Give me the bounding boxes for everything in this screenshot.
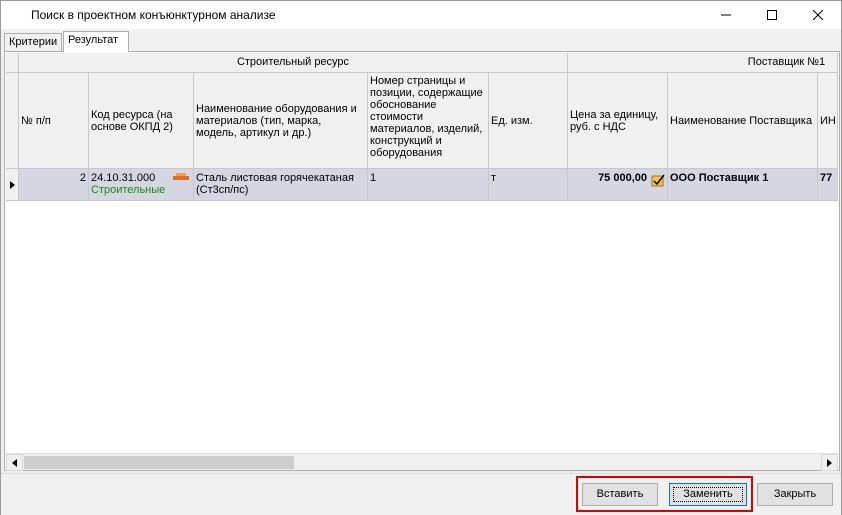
column-header-unit-label: Ед. изм. xyxy=(491,114,533,127)
cell-unit[interactable]: т xyxy=(489,169,568,201)
arrow-left-icon xyxy=(12,458,17,467)
cell-price-value: 75 000,00 xyxy=(598,172,647,184)
column-header-name-label: Наименование оборудования и материалов (… xyxy=(196,102,357,139)
close-icon xyxy=(813,10,823,20)
group-header-supplier: Поставщик №1 xyxy=(568,53,838,73)
row-indicator[interactable] xyxy=(6,169,19,201)
result-panel: Строительный ресурс Поставщик №1 № п/п К… xyxy=(4,51,840,471)
column-header-num-label: № п/п xyxy=(21,114,51,127)
cell-num[interactable]: 2 xyxy=(19,169,89,201)
row-pointer-icon xyxy=(9,180,15,189)
column-header-inn[interactable]: ИН xyxy=(818,73,838,169)
minimize-button[interactable] xyxy=(703,1,749,29)
cell-code[interactable]: 24.10.31.000 Строительные xyxy=(89,169,194,201)
column-header-unit[interactable]: Ед. изм. xyxy=(489,73,568,169)
cell-page[interactable]: 1 xyxy=(368,169,489,201)
highlight-box xyxy=(576,476,753,512)
arrow-right-icon xyxy=(827,458,832,467)
horizontal-scrollbar[interactable] xyxy=(6,453,838,471)
dialog-window: Поиск в проектном конъюнктурном анализе … xyxy=(0,0,842,515)
scroll-right-button[interactable] xyxy=(821,454,838,471)
title-bar: Поиск в проектном конъюнктурном анализе xyxy=(1,1,841,29)
column-header-code[interactable]: Код ресурса (на основе ОКПД 2) xyxy=(89,73,194,169)
column-header-page[interactable]: Номер страницы и позиции, содержащие обо… xyxy=(368,73,489,169)
header-corner xyxy=(6,53,19,73)
results-grid: Строительный ресурс Поставщик №1 № п/п К… xyxy=(6,53,838,453)
column-header-num[interactable]: № п/п xyxy=(19,73,89,169)
cell-inn[interactable]: 77 xyxy=(818,169,838,201)
maximize-icon xyxy=(767,10,777,20)
column-header-price-label: Цена за единицу, руб. с НДС xyxy=(570,108,659,133)
column-header-name[interactable]: Наименование оборудования и материалов (… xyxy=(194,73,368,169)
cell-supplier-name[interactable]: ООО Поставщик 1 xyxy=(668,169,818,201)
maximize-button[interactable] xyxy=(749,1,795,29)
minimize-icon xyxy=(721,14,731,16)
tab-result[interactable]: Результат xyxy=(63,31,129,52)
scroll-thumb[interactable] xyxy=(24,456,294,469)
column-header-inn-label: ИН xyxy=(820,114,836,127)
cell-name[interactable]: Сталь листовая горячекатаная (Ст3сп/пс) xyxy=(194,169,368,201)
column-header-price[interactable]: Цена за единицу, руб. с НДС xyxy=(568,73,668,169)
header-indicator xyxy=(6,73,19,169)
close-window-button[interactable] xyxy=(795,1,841,29)
cell-category: Строительные xyxy=(91,184,166,196)
close-button[interactable]: Закрыть xyxy=(757,483,833,506)
column-header-supplier-name-label: Наименование Поставщика xyxy=(670,114,813,127)
column-header-supplier-name[interactable]: Наименование Поставщика xyxy=(668,73,818,169)
price-check-icon xyxy=(651,174,665,187)
column-header-page-label: Номер страницы и позиции, содержащие обо… xyxy=(370,75,483,159)
cell-price[interactable]: 75 000,00 xyxy=(568,169,668,201)
window-title: Поиск в проектном конъюнктурном анализе xyxy=(31,8,276,22)
scroll-left-button[interactable] xyxy=(6,454,23,471)
tab-criteria[interactable]: Критерии xyxy=(4,33,62,51)
column-header-code-label: Код ресурса (на основе ОКПД 2) xyxy=(91,108,173,133)
group-header-resource: Строительный ресурс xyxy=(19,53,568,73)
resource-type-icon xyxy=(173,173,189,180)
